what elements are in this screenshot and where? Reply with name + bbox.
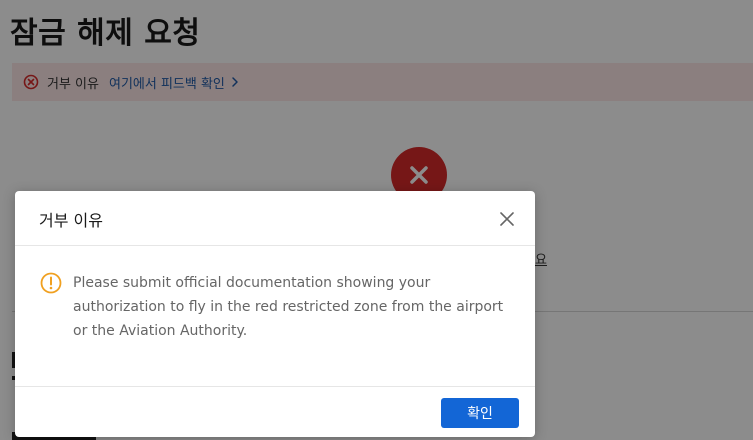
dialog-title: 거부 이유 xyxy=(39,211,103,230)
dialog-body: Please submit official documentation sho… xyxy=(15,246,535,387)
warning-circle-icon xyxy=(40,272,62,294)
confirm-button[interactable]: 확인 xyxy=(441,398,519,428)
close-icon[interactable] xyxy=(499,211,515,227)
rejection-message: Please submit official documentation sho… xyxy=(73,275,504,339)
rejection-reason-dialog: 거부 이유 Please submit official documentati… xyxy=(15,191,535,437)
dialog-footer: 확인 xyxy=(15,387,535,437)
dialog-header: 거부 이유 xyxy=(15,191,535,246)
unlock-request-page: 잠금 해제 요청 거부 이유 여기에서 피드백 확인 요 거부 이유 Pleas… xyxy=(0,0,753,440)
